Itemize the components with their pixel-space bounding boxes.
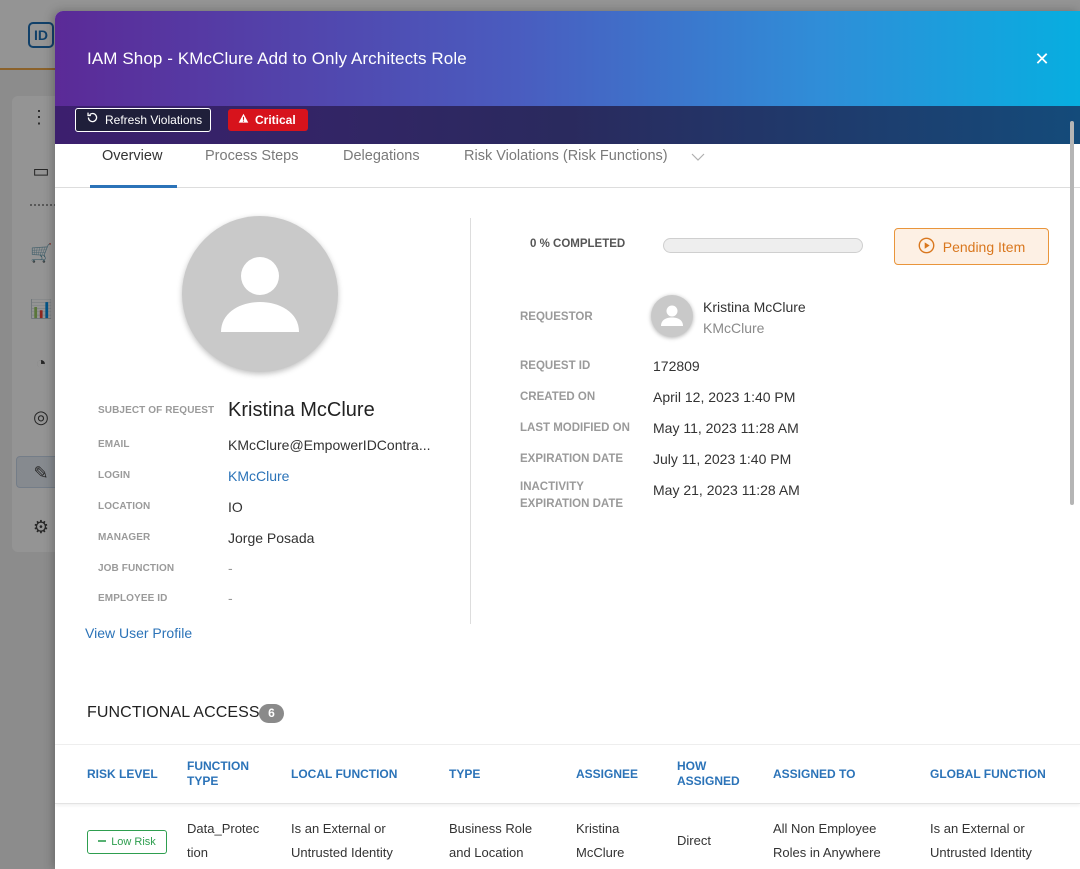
cell-local-function-line1: Is an External or	[291, 821, 386, 836]
th-how-assigned-line2: ASSIGNED	[677, 774, 740, 788]
th-how-assigned[interactable]: HOW ASSIGNED	[677, 759, 740, 789]
location-label: LOCATION	[98, 501, 151, 512]
functional-access-title: FUNCTIONAL ACCESS	[87, 704, 260, 721]
job-function-value: -	[228, 560, 233, 576]
employee-id-value: -	[228, 590, 233, 606]
employee-id-label: EMPLOYEE ID	[98, 593, 168, 604]
chevron-down-icon[interactable]	[691, 146, 705, 190]
modal-header: IAM Shop - KMcClure Add to Only Architec…	[55, 11, 1080, 106]
email-label: EMAIL	[98, 439, 130, 450]
th-risk-level[interactable]: RISK LEVEL	[87, 767, 158, 782]
action-bar: Refresh Violations Critical	[55, 106, 1080, 144]
functional-access-count: 6	[259, 704, 284, 723]
critical-badge: Critical	[228, 109, 308, 131]
inactivity-label: INACTIVITY	[520, 481, 584, 493]
table-header: RISK LEVEL FUNCTION TYPE LOCAL FUNCTION …	[55, 744, 1080, 804]
cell-assignee: Kristina McClure	[576, 817, 624, 865]
subject-avatar	[182, 216, 338, 372]
request-modal: IAM Shop - KMcClure Add to Only Architec…	[55, 11, 1080, 869]
subject-label: SUBJECT OF REQUEST	[98, 405, 215, 416]
refresh-icon	[86, 109, 99, 131]
close-icon[interactable]: ✕	[1034, 50, 1050, 68]
th-global-function[interactable]: GLOBAL FUNCTION	[930, 767, 1046, 782]
cell-local-function-line2: Untrusted Identity	[291, 845, 393, 860]
manager-value: Jorge Posada	[228, 530, 315, 546]
th-function-type-line1: FUNCTION	[187, 759, 249, 773]
th-function-type[interactable]: FUNCTION TYPE	[187, 759, 249, 789]
request-id-value: 172809	[653, 358, 700, 374]
cell-function-type: Data_Protec tion	[187, 817, 259, 865]
location-value: IO	[228, 499, 243, 515]
cell-global-function-line2: Untrusted Identity	[930, 845, 1032, 860]
requestor-login: KMcClure	[703, 320, 765, 336]
tab-overview[interactable]: Overview	[102, 144, 162, 188]
pending-item-label: Pending Item	[942, 238, 1026, 255]
cell-assigned-to-line1: All Non Employee	[773, 821, 877, 836]
expiration-date-value: July 11, 2023 1:40 PM	[653, 451, 792, 467]
user-silhouette-icon	[661, 305, 683, 326]
inactivity-expiration-value: May 21, 2023 11:28 AM	[653, 482, 800, 498]
warning-icon	[238, 109, 249, 131]
panel-divider	[470, 218, 471, 624]
critical-label: Critical	[255, 113, 296, 127]
pending-item-button[interactable]: Pending Item	[894, 228, 1049, 265]
last-modified-label: LAST MODIFIED ON	[520, 422, 630, 434]
risk-level-badge: Low Risk	[87, 830, 167, 854]
cell-type-line1: Business Role	[449, 821, 533, 836]
requestor-avatar	[651, 295, 693, 337]
th-local-function[interactable]: LOCAL FUNCTION	[291, 767, 397, 782]
th-type[interactable]: TYPE	[449, 767, 480, 782]
job-function-label: JOB FUNCTION	[98, 563, 175, 574]
requestor-name: Kristina McClure	[703, 299, 806, 315]
cell-assignee-line2: McClure	[576, 845, 625, 860]
refresh-violations-label: Refresh Violations	[105, 113, 203, 127]
cell-type: Business Role and Location	[449, 817, 532, 865]
progress-bar	[663, 238, 863, 253]
cell-assigned-to-line2: Roles in Anywhere	[773, 845, 881, 860]
th-assigned-to[interactable]: ASSIGNED TO	[773, 767, 855, 782]
inactivity-expiration-label: EXPIRATION DATE	[520, 498, 624, 510]
created-on-value: April 12, 2023 1:40 PM	[653, 389, 796, 405]
request-id-label: REQUEST ID	[520, 360, 591, 372]
cell-function-type-line2: tion	[187, 845, 208, 860]
cell-type-line2: and Location	[449, 845, 524, 860]
active-tab-indicator	[90, 185, 177, 188]
login-link[interactable]: KMcClure	[228, 468, 289, 484]
expiration-date-label: EXPIRATION DATE	[520, 453, 624, 465]
requestor-label: REQUESTOR	[520, 311, 593, 323]
tab-delegations[interactable]: Delegations	[343, 144, 420, 188]
login-label: LOGIN	[98, 470, 131, 481]
tab-process-steps[interactable]: Process Steps	[205, 144, 299, 188]
minus-icon	[98, 836, 107, 848]
subject-name: Kristina McClure	[228, 399, 375, 421]
modal-title: IAM Shop - KMcClure Add to Only Architec…	[87, 49, 467, 68]
tab-bar: Overview Process Steps Delegations Risk …	[55, 144, 1080, 188]
manager-label: MANAGER	[98, 532, 151, 543]
th-function-type-line2: TYPE	[187, 774, 219, 788]
progress-label: 0 % COMPLETED	[530, 238, 626, 250]
cell-assigned-to: All Non Employee Roles in Anywhere	[773, 817, 881, 865]
user-silhouette-icon	[221, 257, 299, 332]
cell-assignee-line1: Kristina	[576, 821, 620, 836]
tab-risk-violations[interactable]: Risk Violations (Risk Functions)	[464, 144, 668, 188]
cell-how-assigned: Direct	[677, 833, 711, 848]
email-value: KMcClure@EmpowerIDContra...	[228, 437, 431, 453]
cell-global-function-line1: Is an External or	[930, 821, 1025, 836]
cell-local-function: Is an External or Untrusted Identity	[291, 817, 393, 865]
created-on-label: CREATED ON	[520, 391, 596, 403]
cell-global-function: Is an External or Untrusted Identity	[930, 817, 1032, 865]
modal-scrollbar[interactable]	[1070, 121, 1074, 505]
th-assignee[interactable]: ASSIGNEE	[576, 767, 638, 782]
cell-function-type-line1: Data_Protec	[187, 821, 260, 836]
risk-level-label: Low Risk	[111, 836, 156, 848]
th-how-assigned-line1: HOW	[677, 759, 707, 773]
last-modified-value: May 11, 2023 11:28 AM	[653, 420, 799, 436]
play-circle-icon	[918, 237, 935, 257]
refresh-violations-button[interactable]: Refresh Violations	[75, 108, 212, 132]
view-user-profile-link[interactable]: View User Profile	[85, 625, 192, 641]
